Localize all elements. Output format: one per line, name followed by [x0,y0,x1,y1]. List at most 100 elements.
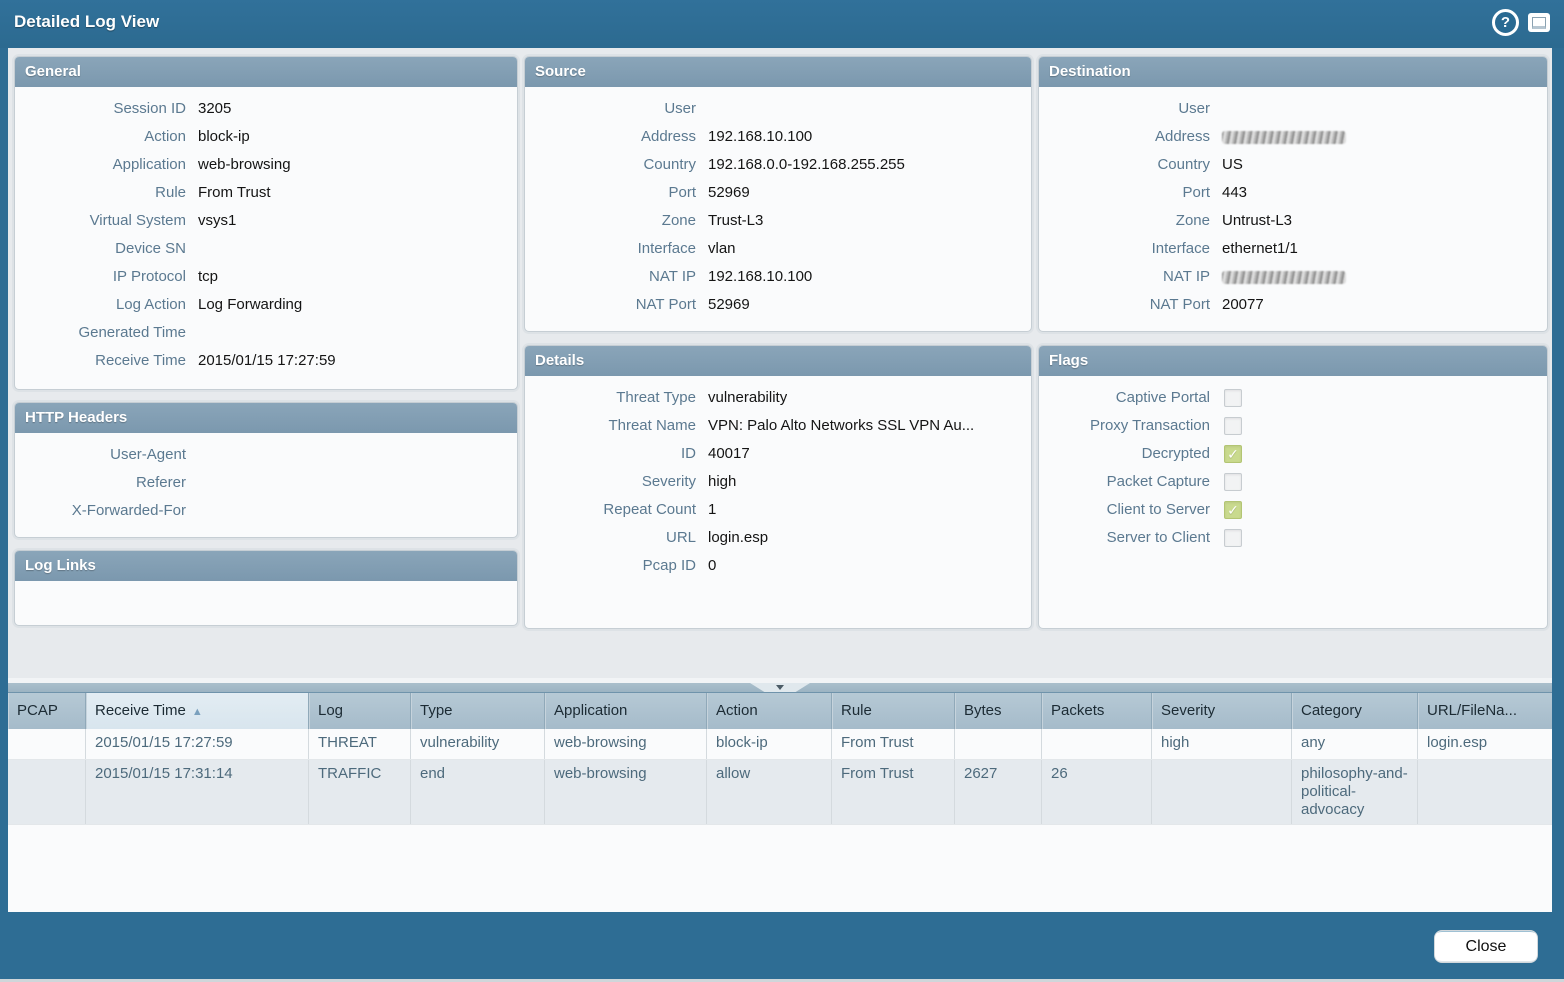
field-row: Port 52969 [525,179,1031,207]
field-row: User [1039,95,1547,123]
field-label: User [1039,95,1210,123]
column-header-packets[interactable]: Packets [1042,693,1152,729]
table-row[interactable]: 2015/01/15 17:27:59 THREAT vulnerability… [8,729,1552,760]
field-label: Pcap ID [525,552,696,580]
field-label: Threat Type [525,384,696,412]
field-row: Receive Time 2015/01/15 17:27:59 [15,347,517,375]
field-row: Generated Time [15,319,517,347]
cell-type: end [411,760,545,824]
restore-window-icon[interactable] [1528,13,1550,32]
field-row: NAT IP 192.168.10.100 [525,263,1031,291]
field-row: Application web-browsing [15,151,517,179]
panel-http-headers-header: HTTP Headers [15,403,517,433]
flag-row: Decrypted ✓ [1039,440,1547,468]
panel-details-header: Details [525,346,1031,376]
field-row: NAT Port 20077 [1039,291,1547,319]
cell-receive-time: 2015/01/15 17:31:14 [86,760,309,824]
column-header-category[interactable]: Category [1292,693,1418,729]
cell-log: THREAT [309,729,411,759]
field-row: User [525,95,1031,123]
field-label: Virtual System [15,207,186,235]
field-label: Port [525,179,696,207]
field-value: tcp [198,263,218,291]
field-value: 1 [708,496,716,524]
field-value: login.esp [708,524,768,552]
panel-destination-header: Destination [1039,57,1547,87]
column-header-pcap[interactable]: PCAP [8,693,86,729]
cell-packets: 26 [1042,760,1152,824]
column-header-action[interactable]: Action [707,693,832,729]
field-value: block-ip [198,123,250,151]
panel-details: Details Threat Type vulnerability Threat… [524,345,1032,629]
flag-checkbox: ✓ [1224,389,1242,407]
field-label: Zone [525,207,696,235]
column-header-severity[interactable]: Severity [1152,693,1292,729]
field-label: NAT Port [525,291,696,319]
flag-label: Client to Server [1039,496,1210,524]
flag-row: Packet Capture ✓ [1039,468,1547,496]
field-label: NAT IP [1039,263,1210,291]
splitter-bar[interactable] [8,683,1552,692]
cell-receive-time: 2015/01/15 17:27:59 [86,729,309,759]
panel-http-headers: HTTP Headers User-Agent Referer X-Forwar… [14,402,518,538]
flag-checkbox: ✓ [1224,445,1242,463]
column-header-bytes[interactable]: Bytes [955,693,1042,729]
collapse-handle-icon[interactable] [750,683,810,692]
cell-severity: high [1152,729,1292,759]
footer-bar: Close [0,912,1564,982]
field-row: Country 192.168.0.0-192.168.255.255 [525,151,1031,179]
cell-application: web-browsing [545,729,707,759]
field-value: 0 [708,552,716,580]
flag-label: Server to Client [1039,524,1210,552]
close-button[interactable]: Close [1434,930,1538,963]
field-value: 3205 [198,95,231,123]
table-row[interactable]: 2015/01/15 17:31:14 TRAFFIC end web-brow… [8,760,1552,825]
cell-rule: From Trust [832,760,955,824]
cell-severity [1152,760,1292,824]
log-links-empty-body [15,581,517,589]
log-detail-section: General Session ID 3205 Action block-ip … [8,48,1552,678]
column-header-rule[interactable]: Rule [832,693,955,729]
field-label: Interface [525,235,696,263]
table-header-row: PCAP Receive Time▲ Log Type Application … [8,692,1552,729]
column-header-type[interactable]: Type [411,693,545,729]
field-value: vlan [708,235,736,263]
cell-pcap [8,760,86,824]
column-header-log[interactable]: Log [309,693,411,729]
column-header-label: Receive Time [95,702,186,719]
field-value: VPN: Palo Alto Networks SSL VPN Au... [708,412,974,440]
field-value: From Trust [198,179,271,207]
field-value [1222,131,1346,144]
column-header-receive-time[interactable]: Receive Time ▲ [86,693,309,729]
flag-row: Client to Server ✓ [1039,496,1547,524]
cell-pcap [8,729,86,759]
field-value: 52969 [708,291,750,319]
cell-application: web-browsing [545,760,707,824]
field-label: Zone [1039,207,1210,235]
field-label: NAT Port [1039,291,1210,319]
field-row: NAT IP [1039,263,1547,291]
field-row: IP Protocol tcp [15,263,517,291]
field-label: Port [1039,179,1210,207]
flag-checkbox: ✓ [1224,473,1242,491]
dialog-content: General Session ID 3205 Action block-ip … [8,48,1552,912]
help-icon[interactable]: ? [1492,9,1519,36]
cell-packets [1042,729,1152,759]
field-label: User [525,95,696,123]
panel-log-links-header: Log Links [15,551,517,581]
field-value: web-browsing [198,151,291,179]
column-header-url-filename[interactable]: URL/FileNa... [1418,693,1552,729]
sort-asc-icon: ▲ [192,706,203,718]
panel-flags-header: Flags [1039,346,1547,376]
field-label: Session ID [15,95,186,123]
flag-checkbox: ✓ [1224,417,1242,435]
cell-bytes: 2627 [955,760,1042,824]
field-value: 2015/01/15 17:27:59 [198,347,336,375]
field-value: Trust-L3 [708,207,763,235]
field-label: User-Agent [15,441,186,469]
field-value: high [708,468,736,496]
flag-checkbox: ✓ [1224,501,1242,519]
flag-row: Captive Portal ✓ [1039,384,1547,412]
column-header-application[interactable]: Application [545,693,707,729]
field-value: 20077 [1222,291,1264,319]
